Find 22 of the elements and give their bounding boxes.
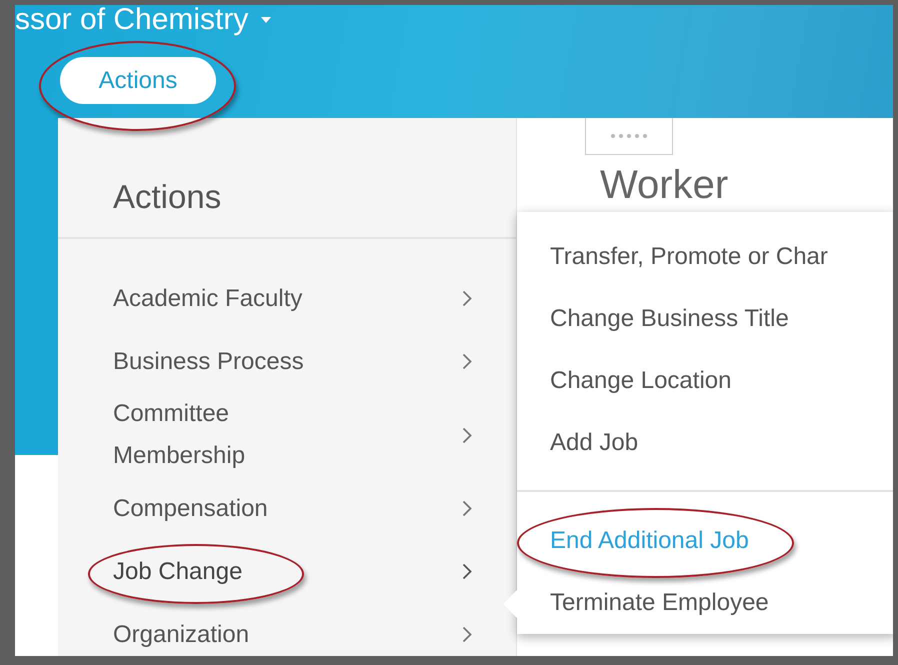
menu-item[interactable]: Job Change <box>113 540 473 603</box>
submenu-item[interactable]: Terminate Employee <box>550 572 769 634</box>
submenu-item[interactable]: Change Business Title <box>550 288 789 350</box>
chevron-right-icon <box>462 500 473 517</box>
chevron-right-icon <box>462 426 473 444</box>
caret-icon[interactable] <box>260 16 272 24</box>
menu-title: Actions <box>58 118 516 239</box>
menu-item[interactable]: Academic Faculty <box>113 267 473 330</box>
menu-item[interactable]: Compensation <box>113 477 473 540</box>
menu-item[interactable]: Organization <box>113 603 473 656</box>
submenu-item[interactable]: Transfer, Promote or Char <box>550 226 828 288</box>
image-placeholder-icon <box>585 118 673 155</box>
menu-item[interactable]: Business Process <box>113 330 473 393</box>
submenu-item[interactable]: Change Location <box>550 350 732 412</box>
chevron-right-icon <box>462 626 473 643</box>
submenu-item[interactable]: Add Job <box>550 412 638 474</box>
chevron-right-icon <box>462 563 473 580</box>
page-title: ssor of Chemistry <box>15 5 248 37</box>
card-title: Worker <box>600 162 730 209</box>
chevron-right-icon <box>462 353 473 370</box>
menu-item[interactable]: Committee Membership <box>113 393 473 477</box>
chevron-right-icon <box>462 290 473 307</box>
